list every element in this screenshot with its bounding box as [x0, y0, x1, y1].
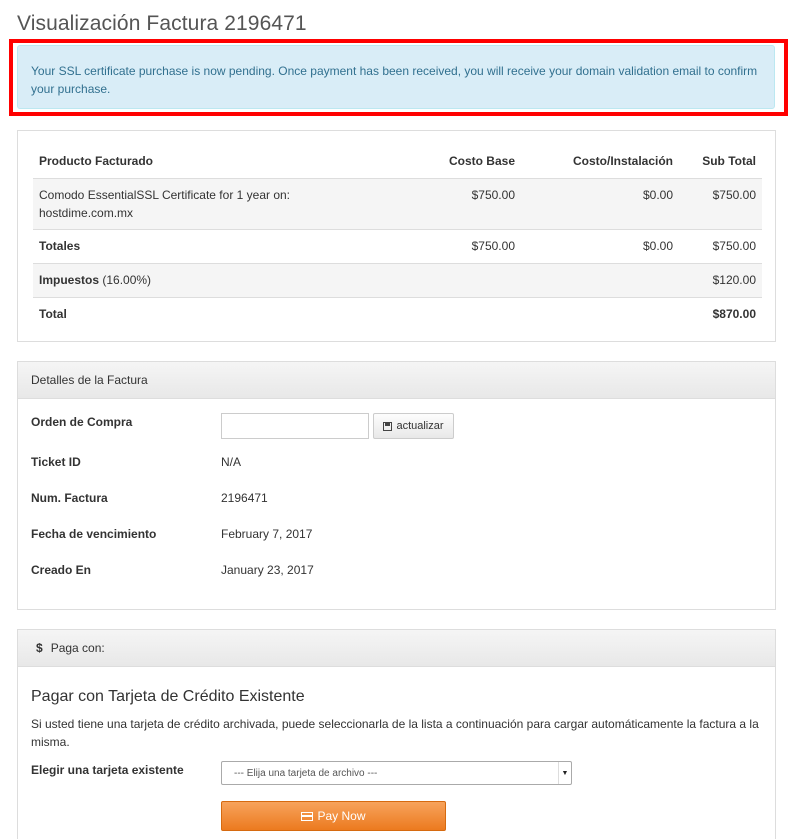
- due-date-value: February 7, 2017: [221, 527, 313, 541]
- ticket-label: Ticket ID: [31, 455, 81, 469]
- alert-message: Your SSL certificate purchase is now pen…: [31, 64, 758, 96]
- payment-heading: $ Paga con:: [18, 630, 775, 667]
- created-label: Creado En: [31, 563, 92, 577]
- totals-setup-cost: $0.00: [521, 229, 679, 264]
- details-heading: Detalles de la Factura: [18, 362, 775, 399]
- purchase-order-input[interactable]: [221, 413, 369, 439]
- payment-heading-text: Paga con:: [50, 641, 105, 655]
- item-setup-cost: $0.00: [521, 178, 679, 230]
- payment-title: Pagar con Tarjeta de Crédito Existente: [31, 688, 305, 705]
- invoice-items-table: Producto Facturado Costo Base Costo/Inst…: [33, 145, 762, 331]
- header-base-cost: Costo Base: [363, 145, 521, 179]
- taxes-label: Impuestos: [39, 272, 100, 287]
- header-product: Producto Facturado: [33, 145, 363, 179]
- totals-label: Totales: [33, 229, 363, 264]
- card-select[interactable]: --- Elija una tarjeta de archivo --- ▼: [221, 761, 572, 785]
- save-icon: [383, 421, 393, 431]
- card-select-value: --- Elija una tarjeta de archivo ---: [234, 767, 378, 779]
- pay-now-button[interactable]: Pay Now: [221, 801, 446, 831]
- total-empty-1: [363, 297, 521, 331]
- totals-subtotal: $750.00: [679, 229, 762, 264]
- taxes-empty-1: [363, 263, 521, 298]
- update-button[interactable]: actualizar: [373, 413, 454, 439]
- pay-now-label: Pay Now: [317, 809, 366, 823]
- payment-panel: $ Paga con: Pagar con Tarjeta de Crédito…: [17, 629, 776, 839]
- created-value: January 23, 2017: [221, 563, 314, 577]
- purchase-order-label: Orden de Compra: [31, 415, 133, 429]
- table-row: Comodo EssentialSSL Certificate for 1 ye…: [33, 178, 762, 230]
- taxes-cell: Impuestos (16.00%): [33, 263, 363, 298]
- dollar-icon: $: [36, 641, 43, 655]
- total-amount: $870.00: [712, 306, 756, 321]
- page-title: Visualización Factura 2196471: [17, 12, 307, 35]
- ticket-value: N/A: [221, 455, 242, 469]
- credit-card-icon: [301, 811, 314, 821]
- total-row: Total $870.00: [33, 297, 762, 331]
- item-base-cost: $750.00: [363, 178, 521, 230]
- details-heading-text: Detalles de la Factura: [31, 373, 148, 387]
- item-description: Comodo EssentialSSL Certificate for 1 ye…: [33, 178, 363, 230]
- taxes-rate: (16.00%): [102, 272, 152, 287]
- item-subtotal: $750.00: [679, 178, 762, 230]
- total-empty-2: [521, 297, 679, 331]
- due-date-label: Fecha de vencimiento: [31, 527, 157, 541]
- table-header-row: Producto Facturado Costo Base Costo/Inst…: [33, 145, 762, 179]
- ssl-pending-alert: Your SSL certificate purchase is now pen…: [17, 45, 775, 109]
- header-subtotal: Sub Total: [679, 145, 762, 179]
- caret-down-icon: ▼: [558, 762, 571, 784]
- totals-base-cost: $750.00: [363, 229, 521, 264]
- total-label: Total: [39, 306, 67, 321]
- invoice-number-label: Num. Factura: [31, 491, 108, 505]
- invoice-details-panel: Detalles de la Factura Orden de Compra a…: [17, 361, 776, 610]
- invoice-items-panel: Producto Facturado Costo Base Costo/Inst…: [17, 130, 776, 342]
- header-setup-cost: Costo/Instalación: [521, 145, 679, 179]
- card-select-label: Elegir una tarjeta existente: [31, 763, 184, 777]
- payment-description: Si usted tiene una tarjeta de crédito ar…: [31, 717, 759, 749]
- totals-row: Totales $750.00 $0.00 $750.00: [33, 229, 762, 264]
- taxes-row: Impuestos (16.00%) $120.00: [33, 263, 762, 298]
- taxes-empty-2: [521, 263, 679, 298]
- taxes-amount: $120.00: [679, 263, 762, 298]
- invoice-number-value: 2196471: [221, 491, 268, 505]
- update-button-label: actualizar: [396, 420, 444, 432]
